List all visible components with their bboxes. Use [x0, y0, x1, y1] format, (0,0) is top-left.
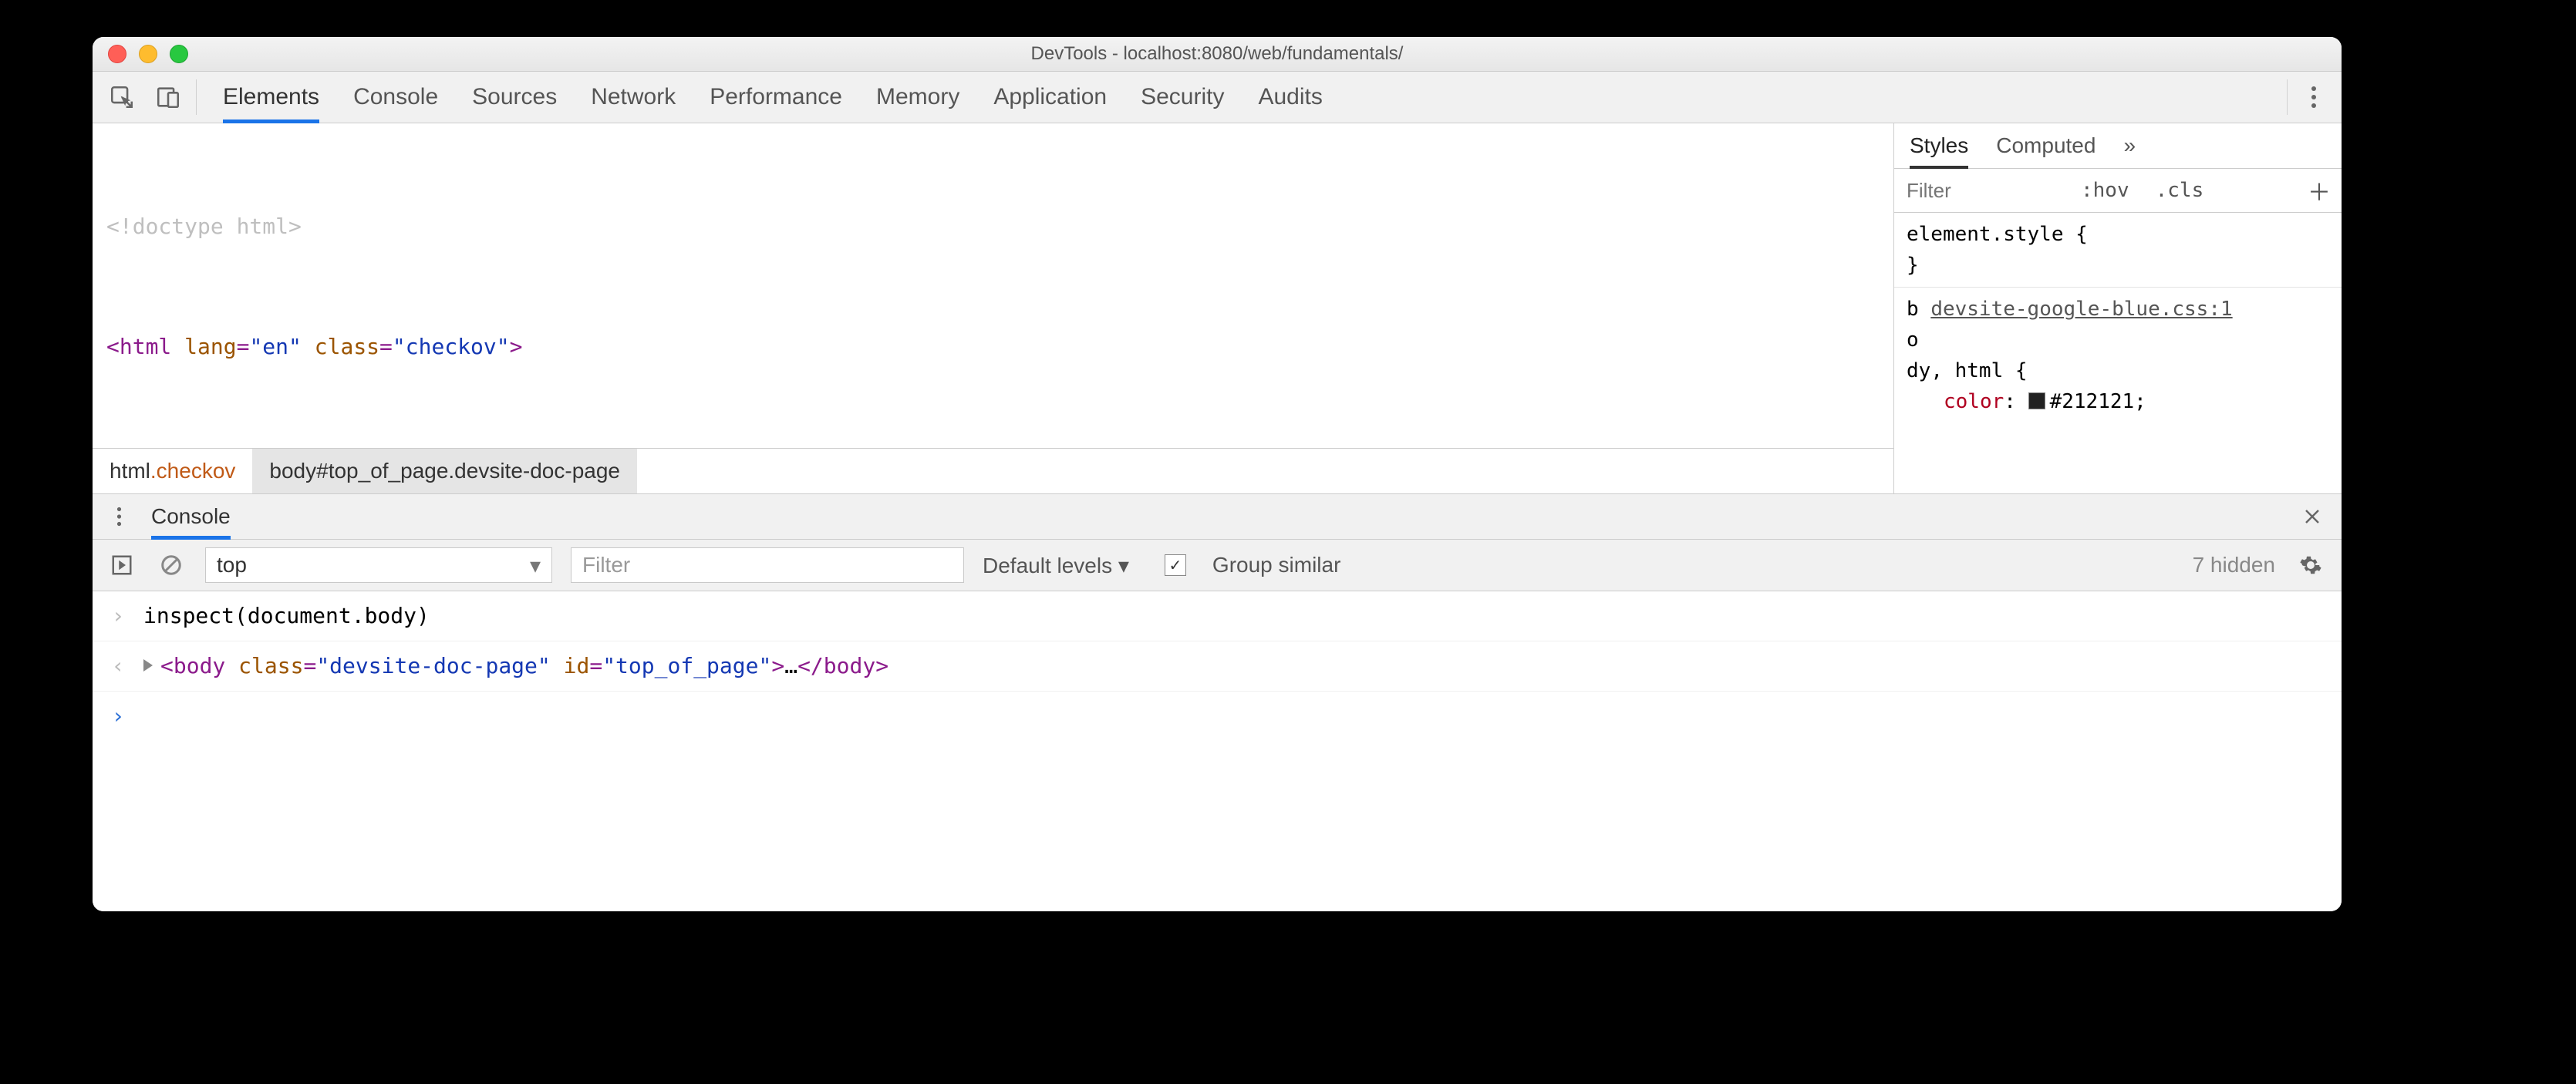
main-tabs: Elements Console Sources Network Perform…	[223, 72, 1323, 123]
console-output-line: ‹ <body class="devsite-doc-page" id="top…	[93, 641, 2342, 692]
devtools-window: DevTools - localhost:8080/web/fundamenta…	[93, 37, 2342, 911]
cls-toggle[interactable]: .cls	[2148, 176, 2212, 205]
group-similar-label: Group similar	[1212, 553, 1340, 577]
breadcrumb: html.checkov body#top_of_page.devsite-do…	[93, 448, 1893, 493]
device-toolbar-icon[interactable]	[145, 84, 191, 110]
drawer-more-icon[interactable]	[103, 494, 134, 539]
tab-styles[interactable]: Styles	[1910, 123, 1968, 168]
execute-icon[interactable]	[106, 554, 137, 577]
tab-computed[interactable]: Computed	[1996, 123, 2096, 168]
expand-icon[interactable]	[143, 659, 153, 672]
console-drawer: Console top▾ Filter Default levels ▾	[93, 494, 2342, 911]
rule-element-style[interactable]: element.style {}	[1894, 213, 2342, 288]
crumb-body[interactable]: body#top_of_page.devsite-doc-page	[252, 449, 637, 493]
hidden-count: 7 hidden	[2193, 553, 2275, 577]
tab-elements[interactable]: Elements	[223, 72, 319, 123]
console-input-line: ›inspect(document.body)	[93, 591, 2342, 641]
inspect-element-icon[interactable]	[99, 84, 145, 110]
more-options-icon[interactable]	[2292, 72, 2335, 123]
styles-panel: Styles Computed » :hov .cls ＋ element.st…	[1893, 123, 2342, 493]
tab-performance[interactable]: Performance	[710, 72, 842, 123]
dom-tree[interactable]: <!doctype html> <html lang="en" class="c…	[93, 123, 1893, 448]
tab-more-icon[interactable]: »	[2123, 123, 2136, 168]
divider	[2287, 79, 2288, 115]
hov-toggle[interactable]: :hov	[2073, 176, 2137, 205]
styles-filter-input[interactable]	[1905, 175, 2062, 206]
tab-security[interactable]: Security	[1141, 72, 1224, 123]
dom-node-html[interactable]: <html lang="en" class="checkov">	[93, 327, 1893, 367]
main-tabbar: Elements Console Sources Network Perform…	[93, 72, 2342, 123]
window-title: DevTools - localhost:8080/web/fundamenta…	[93, 43, 2342, 65]
new-rule-icon[interactable]: ＋	[2308, 173, 2331, 207]
log-levels-select[interactable]: Default levels ▾	[983, 553, 1129, 578]
clear-console-icon[interactable]	[156, 554, 187, 577]
console-filter-input[interactable]: Filter	[571, 547, 964, 583]
tab-console[interactable]: Console	[353, 72, 438, 123]
group-similar-checkbox[interactable]: ✓	[1165, 554, 1186, 576]
dom-panel: <!doctype html> <html lang="en" class="c…	[93, 123, 1893, 493]
tab-audits[interactable]: Audits	[1258, 72, 1322, 123]
tab-memory[interactable]: Memory	[876, 72, 959, 123]
rule-source-link[interactable]: devsite-google-blue.css:1	[1930, 298, 2232, 321]
dom-doctype: <!doctype html>	[106, 214, 302, 239]
drawer-tab-console[interactable]: Console	[151, 494, 231, 539]
console-output[interactable]: ›inspect(document.body) ‹ <body class="d…	[93, 591, 2342, 911]
context-select[interactable]: top▾	[205, 547, 552, 583]
crumb-html[interactable]: html.checkov	[93, 449, 252, 493]
titlebar: DevTools - localhost:8080/web/fundamenta…	[93, 37, 2342, 72]
divider	[196, 79, 197, 115]
tab-network[interactable]: Network	[591, 72, 676, 123]
rule-body-html[interactable]: b devsite-google-blue.css:1 o dy, html {…	[1894, 288, 2342, 423]
color-swatch-icon[interactable]	[2028, 392, 2045, 409]
console-settings-icon[interactable]	[2294, 554, 2328, 577]
console-prompt[interactable]: ›	[93, 692, 2342, 741]
drawer-close-icon[interactable]	[2294, 494, 2331, 539]
tab-sources[interactable]: Sources	[472, 72, 557, 123]
tab-application[interactable]: Application	[993, 72, 1107, 123]
